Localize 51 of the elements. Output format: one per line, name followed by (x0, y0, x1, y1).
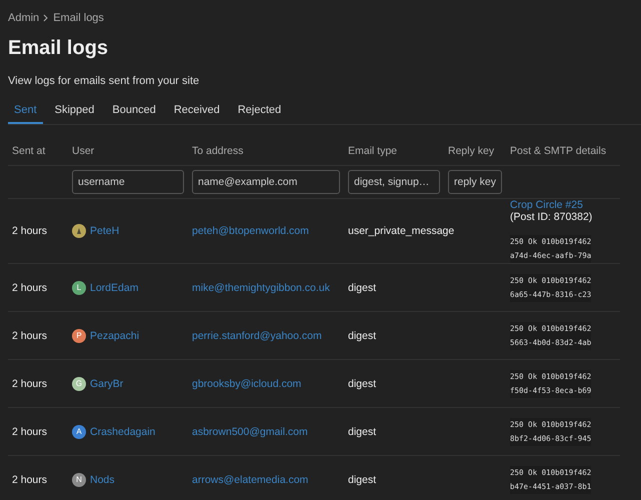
post-id: (Post ID: 870382) (510, 211, 594, 223)
column-header: Sent at (8, 137, 68, 166)
tab[interactable]: Rejected (232, 98, 288, 124)
email-type: digest (348, 330, 376, 342)
sent-time: 2 hours (12, 225, 48, 237)
filter-field[interactable]: reply key (448, 170, 502, 194)
post-link[interactable]: Crop Circle #25 (510, 199, 583, 211)
tab[interactable]: Received (168, 98, 226, 124)
username-link[interactable]: Crashedagain (90, 426, 156, 438)
username-link[interactable]: Nods (90, 474, 115, 486)
chevron-right-icon (43, 14, 50, 22)
sent-time: 2 hours (12, 426, 48, 438)
sent-time: 2 hours (12, 474, 48, 486)
email-type: digest (348, 474, 376, 486)
tab[interactable]: Sent (8, 98, 43, 124)
email-type: digest (348, 378, 376, 390)
column-header: Email type (344, 137, 444, 166)
filter-field[interactable]: name@example.com (192, 170, 340, 194)
avatar: A (72, 424, 86, 438)
column-header: User (68, 137, 188, 166)
page-title: Email logs (8, 37, 110, 60)
email-link[interactable]: asbrown500@gmail.com (192, 426, 308, 438)
avatar: P (72, 328, 86, 342)
tab[interactable]: Skipped (48, 98, 100, 124)
sent-time: 2 hours (12, 330, 48, 342)
avatar: N (72, 472, 86, 486)
avatar: G (72, 376, 86, 390)
username-link[interactable]: LordEdam (90, 282, 138, 294)
email-type: digest (348, 282, 376, 294)
column-header: Reply key (444, 137, 506, 166)
column-header: To address (188, 137, 344, 166)
avatar: L (72, 280, 86, 294)
sent-time: 2 hours (12, 282, 48, 294)
tab[interactable]: Bounced (106, 98, 162, 124)
username-link[interactable]: Pezapachi (90, 330, 140, 342)
column-header: Post & SMTP details (506, 137, 620, 166)
sent-time: 2 hours (12, 378, 48, 390)
username-link[interactable]: GaryBr (90, 378, 124, 390)
email-type: user_private_message (348, 225, 454, 237)
email-link[interactable]: gbrooksby@icloud.com (192, 378, 302, 390)
filter-field[interactable]: username (72, 170, 184, 194)
breadcrumb-item: Email logs (53, 12, 104, 24)
page-description: View logs for emails sent from your site (8, 75, 200, 87)
email-link[interactable]: mike@themightygibbon.co.uk (192, 282, 330, 294)
breadcrumb-item[interactable]: Admin (8, 12, 40, 24)
email-link[interactable]: arrows@elatemedia.com (192, 474, 308, 486)
filter-field[interactable]: digest, signup… (348, 170, 440, 194)
email-type: digest (348, 426, 376, 438)
username-link[interactable]: PeteH (90, 225, 120, 237)
email-link[interactable]: peteh@btopenworld.com (192, 225, 309, 237)
email-link[interactable]: perrie.stanford@yahoo.com (192, 330, 322, 342)
